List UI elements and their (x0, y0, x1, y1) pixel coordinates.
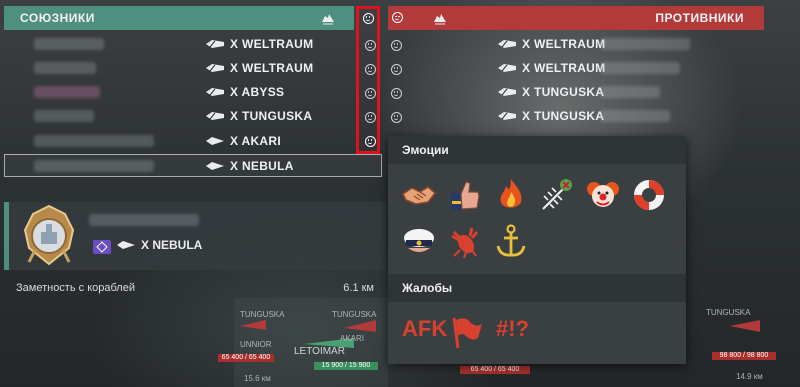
allies-title: СОЮЗНИКИ (20, 11, 95, 25)
ship-class-icon (206, 88, 224, 96)
ship-class-icon (206, 112, 224, 120)
emote-column-highlight (356, 6, 380, 154)
enemy-marker-icon (730, 320, 760, 332)
scene-label: TUNGUSKA (240, 310, 285, 319)
player-name-hidden (34, 62, 96, 74)
ship-class-icon (498, 112, 516, 120)
right-scene: TUNGUSKA 98 800 / 98 800 14.9 км (700, 298, 800, 387)
enemy-row[interactable]: X TUNGUSKA (498, 105, 604, 127)
scene-label: LETOIMAR (294, 346, 345, 357)
card-ship-name: X NEBULA (141, 238, 203, 252)
emote-popup: Эмоции Жалобы AFK #!? (388, 136, 686, 364)
ship-class-icon (206, 137, 224, 145)
division-icon[interactable] (320, 10, 336, 26)
ship-name: X WELTRAUM (230, 61, 314, 75)
player-name-hidden (600, 38, 690, 50)
distance-label: 14.9 км (736, 372, 763, 381)
hp-bar: 98 800 / 98 800 (712, 352, 776, 360)
scene-label: TUNGUSKA (706, 308, 751, 317)
ally-row[interactable]: X AKARI (206, 130, 281, 152)
emote-button[interactable] (384, 105, 408, 129)
emote-button[interactable] (384, 81, 408, 105)
captain-hat-icon[interactable] (400, 222, 438, 260)
ally-row[interactable]: X WELTRAUM (206, 57, 313, 79)
player-name-hidden (34, 160, 154, 172)
hp-bar: 65 400 / 65 400 (460, 366, 530, 374)
enemy-row[interactable]: X WELTRAUM (498, 57, 605, 79)
thumbs-up-icon[interactable] (446, 176, 484, 214)
ally-row[interactable]: X TUNGUSKA (206, 105, 312, 127)
hp-bar: 65 400 / 65 400 (218, 354, 274, 362)
lobster-icon[interactable] (446, 222, 484, 260)
ally-row[interactable]: X NEBULA (206, 155, 294, 177)
player-name-hidden (600, 62, 680, 74)
red-flag-icon[interactable] (448, 314, 486, 352)
player-name-hidden (600, 86, 660, 98)
enemy-row[interactable]: X TUNGUSKA (498, 81, 604, 103)
player-name-hidden (34, 135, 154, 147)
clown-icon[interactable] (584, 176, 622, 214)
player-name-hidden (34, 38, 104, 50)
ship-name: X TUNGUSKA (230, 109, 313, 123)
enemies-emote-header-icon (392, 12, 403, 23)
ally-row[interactable]: X ABYSS (206, 81, 284, 103)
detect-label: Заметность с кораблей (16, 282, 135, 294)
ship-name: X NEBULA (230, 159, 294, 173)
enemy-row[interactable]: X WELTRAUM (498, 33, 605, 55)
handshake-icon[interactable] (400, 176, 438, 214)
emotions-title: Эмоции (402, 143, 449, 157)
ship-class-icon (206, 64, 224, 72)
rank-emblem-icon (23, 204, 75, 266)
battle-scene: TUNGUSKA UNNIOR TUNGUSKA AKARI LETOIMAR … (4, 298, 388, 387)
detectability-row: Заметность с кораблей 6.1 км (16, 282, 386, 294)
ship-class-icon (498, 88, 516, 96)
complaints-title: Жалобы (402, 281, 453, 295)
ship-name: X WELTRAUM (522, 61, 606, 75)
scene-label: AKARI (340, 334, 365, 343)
ship-class-icon (206, 162, 224, 170)
ship-name: X WELTRAUM (522, 37, 606, 51)
ship-name: X AKARI (230, 134, 281, 148)
ship-name: X TUNGUSKA (522, 85, 605, 99)
emotions-header: Эмоции (388, 136, 686, 164)
ship-name: X WELTRAUM (230, 37, 314, 51)
player-name-hidden (34, 110, 94, 122)
ship-class-icon (206, 40, 224, 48)
detect-value: 6.1 км (343, 282, 374, 294)
enemies-header: ПРОТИВНИКИ (388, 6, 764, 30)
complaints-header: Жалобы (388, 274, 686, 302)
afk-complaint-button[interactable]: AFK (402, 316, 447, 342)
ship-name: X TUNGUSKA (522, 109, 605, 123)
card-ship: X NEBULA (117, 238, 202, 252)
anchor-icon[interactable] (492, 222, 530, 260)
distance-label: 15.6 км (244, 374, 271, 383)
ship-class-icon (498, 40, 516, 48)
lifebuoy-icon[interactable] (630, 176, 668, 214)
player-card: X NEBULA (4, 202, 386, 270)
toxic-complaint-button[interactable]: #!? (496, 316, 529, 342)
player-name-hidden (34, 86, 100, 98)
player-name-hidden (600, 110, 670, 122)
division-icon[interactable] (432, 10, 448, 26)
emote-button[interactable] (384, 57, 408, 81)
enemies-title: ПРОТИВНИКИ (655, 11, 744, 25)
ally-row[interactable]: X WELTRAUM (206, 33, 313, 55)
ship-class-icon (117, 241, 135, 249)
emote-button[interactable] (384, 33, 408, 57)
allies-header: СОЮЗНИКИ (4, 6, 354, 30)
fire-icon[interactable] (492, 176, 530, 214)
ship-name: X ABYSS (230, 85, 285, 99)
division-badge-icon (93, 240, 111, 254)
fish-skeleton-icon[interactable] (538, 176, 576, 214)
player-name-hidden (89, 214, 199, 226)
scene-label: UNNIOR (240, 340, 272, 349)
scene-decor (234, 298, 388, 387)
ship-class-icon (498, 64, 516, 72)
scene-label: TUNGUSKA (332, 310, 377, 319)
hp-bar: 15 900 / 15 900 (314, 362, 378, 370)
